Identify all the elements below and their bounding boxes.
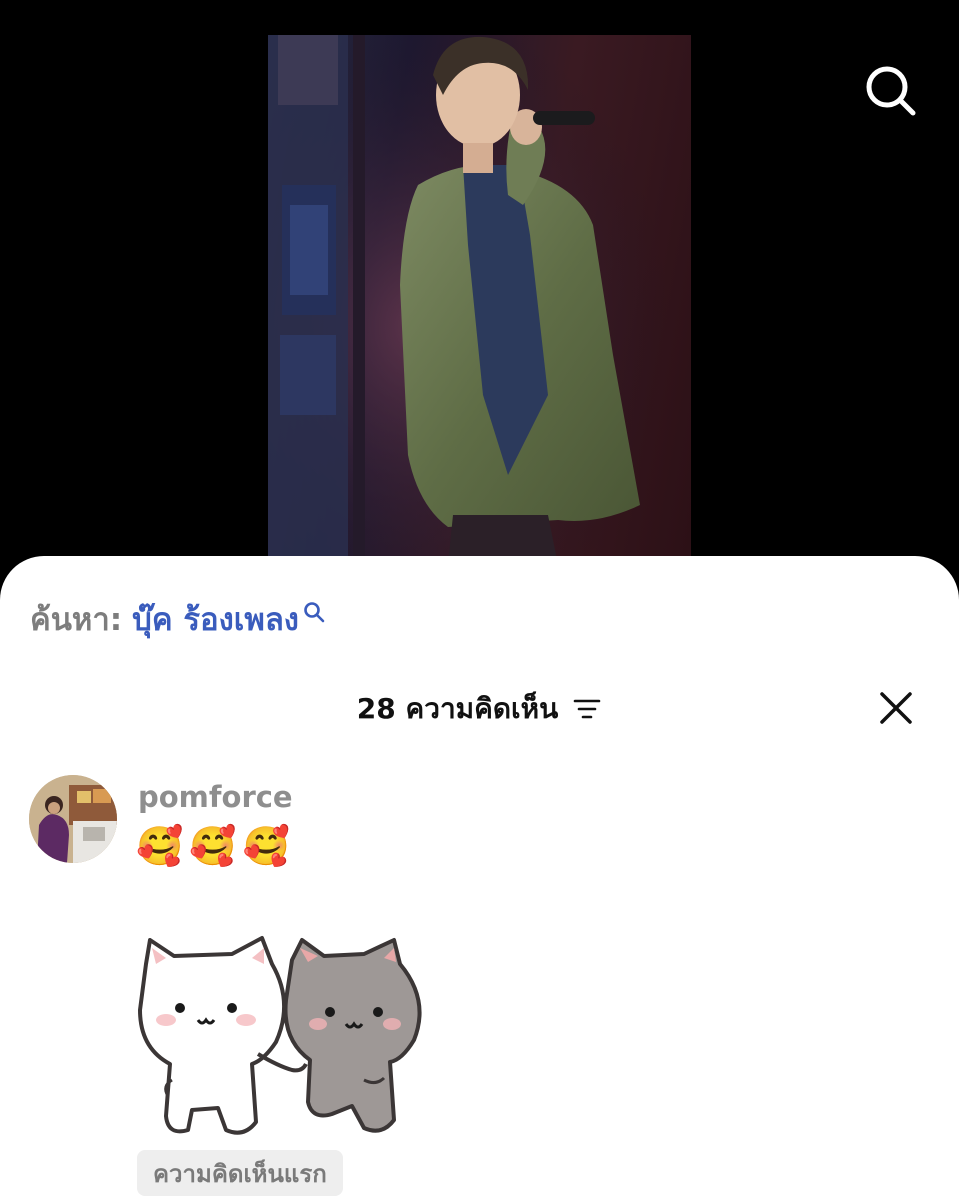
- search-icon: [866, 66, 916, 116]
- search-suggestion[interactable]: ค้นหา: บุ๊ค ร้องเพลง: [30, 594, 325, 644]
- close-icon: [880, 692, 912, 724]
- avatar-photo: [29, 775, 117, 863]
- search-suggestion-prefix: ค้นหา:: [30, 602, 123, 638]
- sort-lines-icon: [573, 699, 601, 719]
- close-button[interactable]: [872, 684, 920, 732]
- comments-title: 28 ความคิดเห็น: [357, 687, 602, 731]
- gray-cat: [283, 938, 422, 1133]
- avatar[interactable]: [29, 775, 117, 863]
- performer-video-frame: [268, 35, 691, 565]
- comment-text: 🥰🥰🥰: [136, 824, 296, 868]
- two-cats-holding-hands-sticker: [132, 930, 437, 1140]
- search-suggestion-term[interactable]: บุ๊ค ร้องเพลง: [132, 594, 299, 644]
- first-comment-badge: ความคิดเห็นแรก: [137, 1150, 343, 1196]
- comments-count-label: 28 ความคิดเห็น: [356, 692, 559, 725]
- comments-header: 28 ความคิดเห็น: [0, 686, 959, 732]
- search-button[interactable]: [860, 60, 922, 122]
- sort-button[interactable]: [572, 697, 602, 721]
- white-cat: [138, 936, 308, 1135]
- video-player[interactable]: [268, 35, 691, 565]
- screen: ค้นหา: บุ๊ค ร้องเพลง 28 ความคิดเห็น pomf…: [0, 0, 959, 1200]
- comment-username[interactable]: pomforce: [138, 780, 293, 814]
- search-icon: [304, 602, 325, 623]
